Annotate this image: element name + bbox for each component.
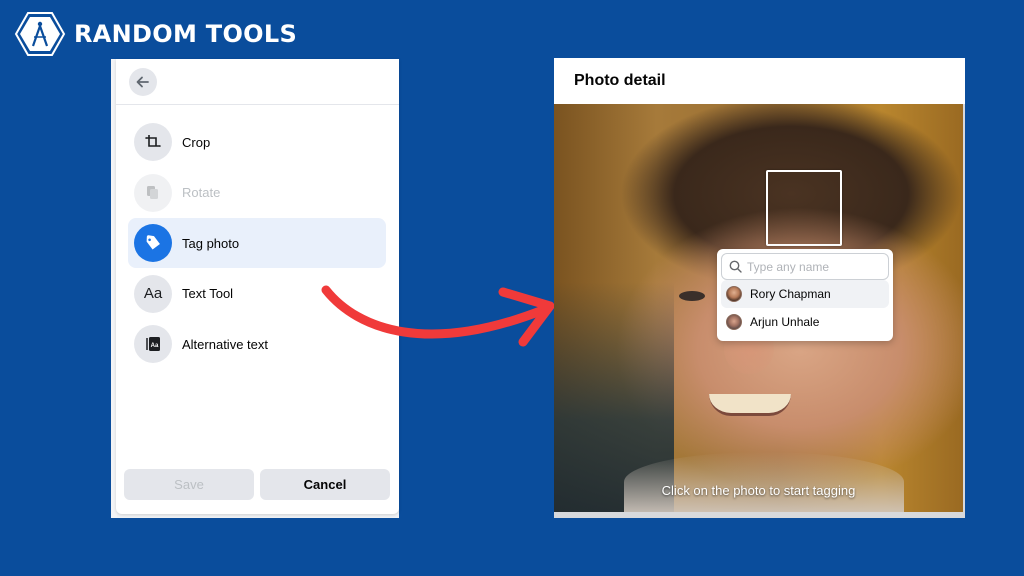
alt-text-icon: Aa	[134, 325, 172, 363]
photo-detail-panel: Photo detail Rory Chapman Arjun Un	[554, 58, 965, 518]
edit-tools-card: Crop Rotate Tag photo Aa Text Tool Aa Al…	[116, 59, 399, 514]
suggestion-item[interactable]: Rory Chapman	[721, 280, 889, 308]
brand-name: RANDOM TOOLS	[74, 20, 298, 48]
panel-title: Photo detail	[574, 72, 666, 89]
panel-header	[116, 59, 399, 105]
compass-hexagon-icon	[14, 12, 66, 56]
tag-selection-box[interactable]	[766, 170, 842, 246]
tag-search-input[interactable]	[747, 259, 877, 274]
rotate-icon	[134, 173, 172, 212]
suggestion-name: Rory Chapman	[750, 287, 831, 301]
svg-text:Aa: Aa	[151, 343, 159, 349]
text-aa-icon: Aa	[134, 274, 172, 313]
menu-item-crop[interactable]: Crop	[128, 117, 386, 167]
tag-popup: Rory Chapman Arjun Unhale	[717, 249, 893, 341]
panel-footer: Save Cancel	[124, 469, 390, 500]
menu-item-text-tool[interactable]: Aa Text Tool	[128, 269, 386, 319]
cancel-button[interactable]: Cancel	[260, 469, 390, 500]
menu-item-label: Text Tool	[182, 286, 234, 301]
menu-item-label: Crop	[182, 134, 211, 150]
search-icon	[729, 260, 742, 273]
brand: RANDOM TOOLS	[14, 11, 297, 57]
crop-icon	[134, 123, 172, 161]
photo-detail-header: Photo detail	[554, 58, 965, 104]
suggestion-name: Arjun Unhale	[750, 315, 820, 329]
tools-menu: Crop Rotate Tag photo Aa Text Tool Aa Al…	[128, 117, 386, 370]
menu-item-alternative-text[interactable]: Aa Alternative text	[128, 319, 386, 369]
photo-canvas[interactable]: Rory Chapman Arjun Unhale Click on the p…	[554, 104, 963, 512]
photo-face-detail	[709, 394, 791, 416]
menu-item-label: Alternative text	[182, 336, 268, 352]
edit-tools-panel: Crop Rotate Tag photo Aa Text Tool Aa Al…	[111, 59, 399, 518]
arrow-left-icon	[136, 76, 149, 88]
photo-shirt	[624, 452, 904, 512]
menu-item-label: Tag photo	[182, 235, 240, 251]
suggestion-item[interactable]: Arjun Unhale	[721, 308, 889, 336]
menu-item-label: Rotate	[182, 185, 221, 200]
tag-search-field[interactable]	[721, 253, 889, 280]
tagging-hint: Click on the photo to start tagging	[661, 483, 856, 498]
tag-icon	[134, 224, 172, 262]
back-button[interactable]	[129, 68, 157, 96]
photo-face-detail	[679, 291, 705, 301]
menu-item-rotate[interactable]: Rotate	[128, 168, 386, 218]
avatar	[726, 286, 742, 302]
menu-item-tag-photo[interactable]: Tag photo	[128, 218, 386, 268]
save-button[interactable]: Save	[124, 469, 254, 500]
avatar	[726, 314, 742, 330]
